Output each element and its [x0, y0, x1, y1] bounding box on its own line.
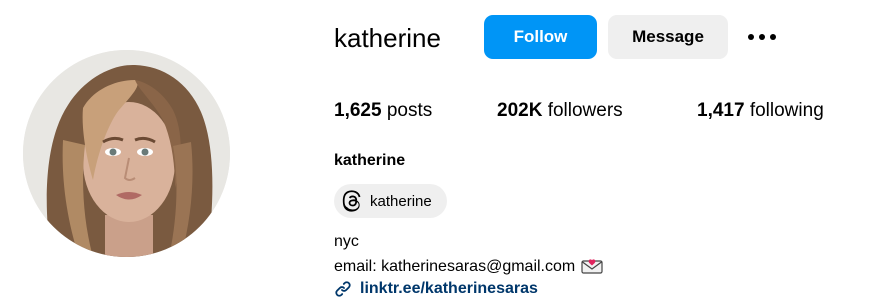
- avatar[interactable]: [23, 50, 230, 257]
- follow-button-label: Follow: [513, 27, 568, 46]
- posts-label: posts: [386, 100, 433, 121]
- more-options-icon: [748, 34, 776, 40]
- profile-photo: [23, 50, 230, 257]
- threads-icon: [342, 190, 361, 212]
- bio-email-text: email: katherinesaras@gmail.com: [334, 258, 576, 275]
- bio-location: nyc: [334, 233, 359, 250]
- following-count: 1,417: [697, 100, 745, 121]
- link-icon: [335, 281, 351, 297]
- more-options-button[interactable]: [744, 22, 780, 52]
- threads-badge[interactable]: katherine: [334, 184, 447, 218]
- message-button-label: Message: [632, 27, 704, 46]
- bio-link[interactable]: linktr.ee/katherinesaras: [334, 280, 538, 298]
- posts-stat[interactable]: 1,625 posts: [334, 98, 432, 124]
- bio-link-text: linktr.ee/katherinesaras: [360, 280, 538, 297]
- bio-email-line: email: katherinesaras@gmail.com: [334, 256, 603, 277]
- posts-count: 1,625: [334, 100, 382, 121]
- following-label: following: [749, 100, 824, 121]
- following-stat[interactable]: 1,417 following: [697, 98, 824, 124]
- message-button[interactable]: Message: [608, 15, 728, 59]
- followers-count: 202K: [497, 100, 543, 121]
- threads-handle: katherine: [370, 192, 432, 210]
- envelope-heart-icon: [581, 259, 603, 274]
- followers-stat[interactable]: 202K followers: [497, 98, 623, 124]
- followers-label: followers: [547, 100, 623, 121]
- profile-username: katherine: [334, 23, 441, 53]
- profile-full-name: katherine: [334, 152, 406, 169]
- follow-button[interactable]: Follow: [484, 15, 597, 59]
